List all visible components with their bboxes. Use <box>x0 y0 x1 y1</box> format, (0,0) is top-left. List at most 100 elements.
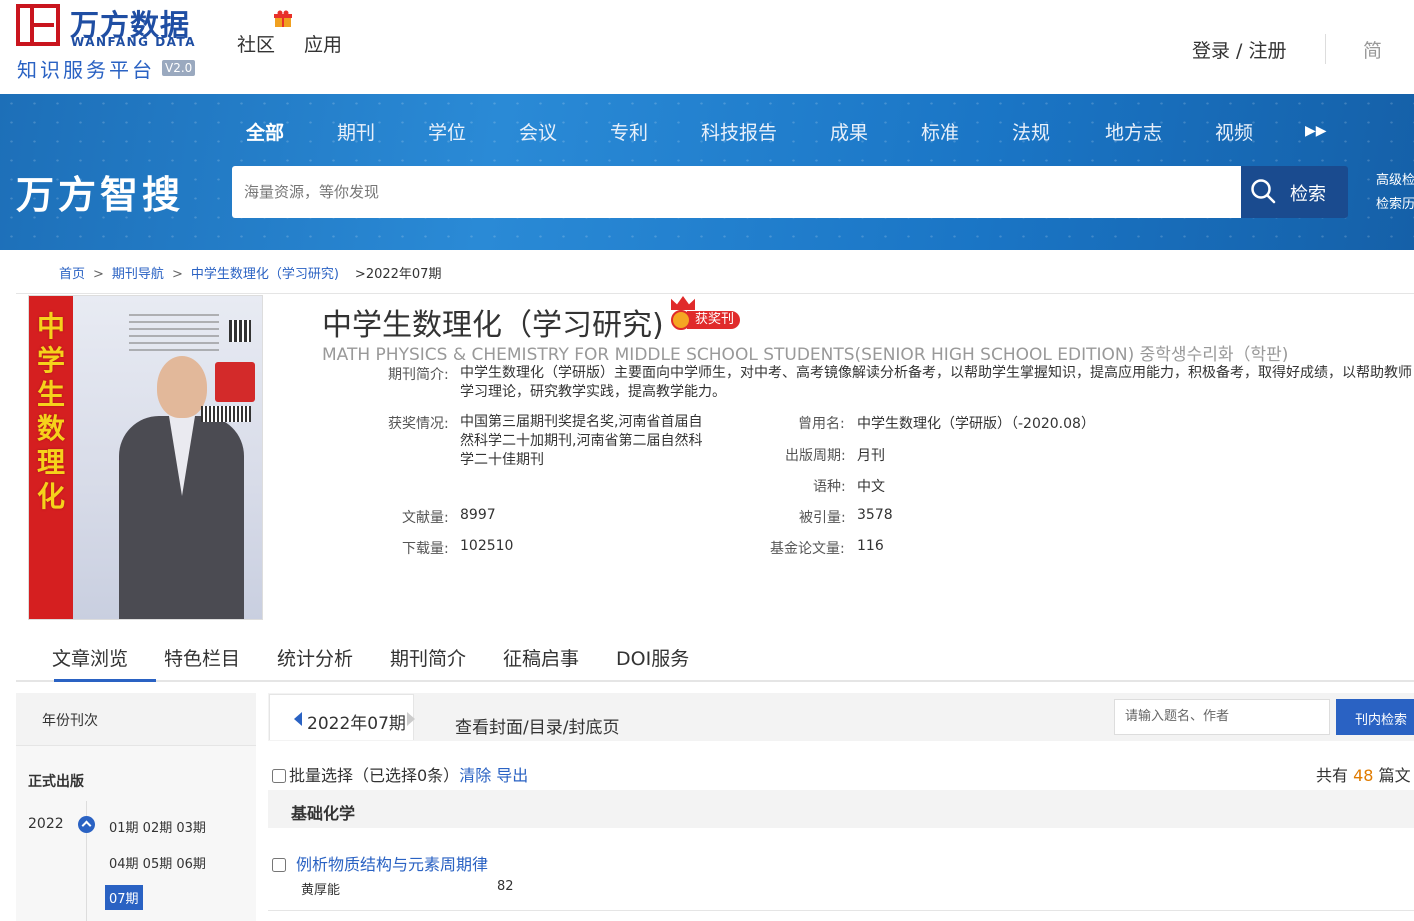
language: 中文 <box>857 479 885 495</box>
frequency-label: 出版周期: <box>785 448 846 464</box>
article-title-link[interactable]: 例析物质结构与元素周期律 <box>296 855 488 874</box>
journal-cover-image[interactable]: 中学生数理化 <box>28 295 263 620</box>
category-tab-journal[interactable]: 期刊 <box>337 118 375 145</box>
nav-community[interactable]: 社区 <box>237 30 275 57</box>
former-name: 中学生数理化（学研版）（-2020.08） <box>857 416 1095 432</box>
tab-article-browse[interactable]: 文章浏览 <box>52 644 128 671</box>
cited-label: 被引量: <box>799 510 846 526</box>
wanfang-logo-icon[interactable] <box>16 4 60 46</box>
category-tab-law[interactable]: 法规 <box>1012 118 1050 145</box>
category-tab-degree[interactable]: 学位 <box>428 118 466 145</box>
inner-search-input[interactable] <box>1125 708 1320 723</box>
category-tab-all[interactable]: 全部 <box>246 118 284 145</box>
search-box <box>232 166 1242 218</box>
issue-selector: 2022年07期 <box>269 694 415 740</box>
intro-label: 期刊简介: <box>388 367 449 383</box>
year-2022[interactable]: 2022 <box>28 816 64 832</box>
advanced-search-link[interactable]: 高级检 <box>1376 169 1414 193</box>
tab-featured-columns[interactable]: 特色栏目 <box>164 644 240 671</box>
article-page: 82 <box>497 879 514 894</box>
prev-issue-icon[interactable] <box>294 712 302 726</box>
total-count: 共有 48 篇文 <box>1316 766 1411 785</box>
total-count-number: 48 <box>1353 766 1374 785</box>
platform-name: 知识服务平台 <box>17 58 155 82</box>
section-title: 基础化学 <box>291 804 356 823</box>
tab-call-for-papers[interactable]: 征稿启事 <box>503 644 579 671</box>
docs-count: 8997 <box>460 507 496 523</box>
batch-select-label: 批量选择（已选择0条） <box>289 766 460 785</box>
article-checkbox[interactable] <box>272 858 286 872</box>
version-badge: V2.0 <box>162 60 196 76</box>
next-issue-icon[interactable] <box>407 712 415 726</box>
inner-search-button[interactable]: 刊内检索 <box>1336 699 1414 735</box>
section-header: 基础化学 <box>268 790 1414 828</box>
category-tab-conference[interactable]: 会议 <box>519 118 557 145</box>
search-button-label: 检索 <box>1290 184 1326 205</box>
breadcrumb: 首页 > 期刊导航 > 中学生数理化（学习研究) >2022年07期 <box>59 267 442 282</box>
header-divider <box>1325 34 1326 64</box>
batch-select: 批量选择（已选择0条）清除 导出 <box>272 762 528 786</box>
search-button[interactable]: 检索 <box>1241 166 1348 218</box>
active-tab-indicator <box>54 679 156 682</box>
breadcrumb-journal-nav[interactable]: 期刊导航 <box>112 267 164 282</box>
search-banner: 万方智搜 全部 期刊 学位 会议 专利 科技报告 成果 标准 法规 地方志 视频… <box>0 94 1414 250</box>
category-tab-local-chronicle[interactable]: 地方志 <box>1105 118 1162 145</box>
issue-07-active[interactable]: 07期 <box>105 885 143 910</box>
view-cover-toc-link[interactable]: 查看封面/目录/封底页 <box>455 713 619 738</box>
category-tab-standard[interactable]: 标准 <box>921 118 959 145</box>
issue-navigator: 年份刊次 正式出版 2022 01期 02期 03期 04期 05期 06期 0… <box>16 693 256 921</box>
category-tab-tech-report[interactable]: 科技报告 <box>701 118 777 145</box>
clear-link[interactable]: 清除 <box>459 766 491 785</box>
former-name-label: 曾用名: <box>798 416 845 432</box>
login-register-link[interactable]: 登录 / 注册 <box>1192 36 1286 63</box>
issue-list-row-1[interactable]: 01期 02期 03期 <box>109 817 206 836</box>
article-author[interactable]: 黄厚能 <box>301 879 340 898</box>
inner-search-box <box>1114 699 1330 735</box>
award-badge: 获奖刊 <box>669 296 743 334</box>
breadcrumb-home[interactable]: 首页 <box>59 267 85 282</box>
breadcrumb-current: >2022年07期 <box>354 267 442 282</box>
tab-doi-service[interactable]: DOI服务 <box>616 644 689 671</box>
journal-award: 中国第三届期刊奖提名奖,河南省首届自然科学二十加期刊,河南省第二届自然科学二十佳… <box>460 414 703 468</box>
issue-list-row-2[interactable]: 04期 05期 06期 <box>109 853 206 872</box>
crown-icon <box>671 296 695 310</box>
language-label: 语种: <box>813 479 846 495</box>
nav-apps[interactable]: 应用 <box>304 30 342 57</box>
banner-title: 万方智搜 <box>16 173 185 217</box>
award-label: 获奖情况: <box>388 416 449 432</box>
article-item: 例析物质结构与元素周期律 <box>272 851 488 875</box>
category-tab-achievement[interactable]: 成果 <box>830 118 868 145</box>
journal-intro: 中学生数理化（学研版）主要面向中学师生，对中考、高考镜像解读分析备考，以帮助学生… <box>460 365 1412 400</box>
journal-title-english: MATH PHYSICS & CHEMISTRY FOR MIDDLE SCHO… <box>322 345 1289 365</box>
tab-statistics[interactable]: 统计分析 <box>277 644 353 671</box>
award-badge-label: 获奖刊 <box>687 311 741 329</box>
breadcrumb-journal[interactable]: 中学生数理化（学习研究) <box>191 267 339 282</box>
article-divider <box>268 910 1414 911</box>
advanced-links: 高级检 检索历 <box>1376 169 1414 217</box>
search-history-link[interactable]: 检索历 <box>1376 193 1414 217</box>
downloads-count: 102510 <box>460 538 514 554</box>
medal-icon <box>671 310 691 330</box>
cited-count: 3578 <box>857 507 893 523</box>
search-input[interactable] <box>244 181 1224 203</box>
fund-label: 基金论文量: <box>770 541 845 557</box>
logo-english-text: WANFANG DATA <box>71 35 197 49</box>
fund-count: 116 <box>857 538 884 554</box>
content-tabs: 文章浏览 特色栏目 统计分析 期刊简介 征稿启事 DOI服务 <box>16 638 1414 682</box>
language-switch[interactable]: 简 <box>1363 36 1382 63</box>
batch-select-checkbox[interactable] <box>272 769 286 783</box>
divider <box>16 293 1414 294</box>
more-categories-icon[interactable]: ▶▶ <box>1305 123 1327 139</box>
tab-journal-intro[interactable]: 期刊简介 <box>390 644 466 671</box>
docs-label: 文献量: <box>402 510 449 526</box>
current-issue-label: 2022年07期 <box>307 714 406 734</box>
chevron-up-icon[interactable] <box>78 816 95 833</box>
issue-toolbar: 2022年07期 查看封面/目录/封底页 刊内检索 <box>268 693 1414 741</box>
category-tab-video[interactable]: 视频 <box>1215 118 1253 145</box>
frequency: 月刊 <box>857 448 885 464</box>
top-header: 万方数据 WANFANG DATA 知识服务平台 V2.0 社区 应用 登录 /… <box>0 0 1414 94</box>
export-link[interactable]: 导出 <box>496 766 528 785</box>
issue-navigator-heading: 年份刊次 <box>42 713 98 729</box>
category-tab-patent[interactable]: 专利 <box>610 118 648 145</box>
gift-icon <box>274 10 292 27</box>
